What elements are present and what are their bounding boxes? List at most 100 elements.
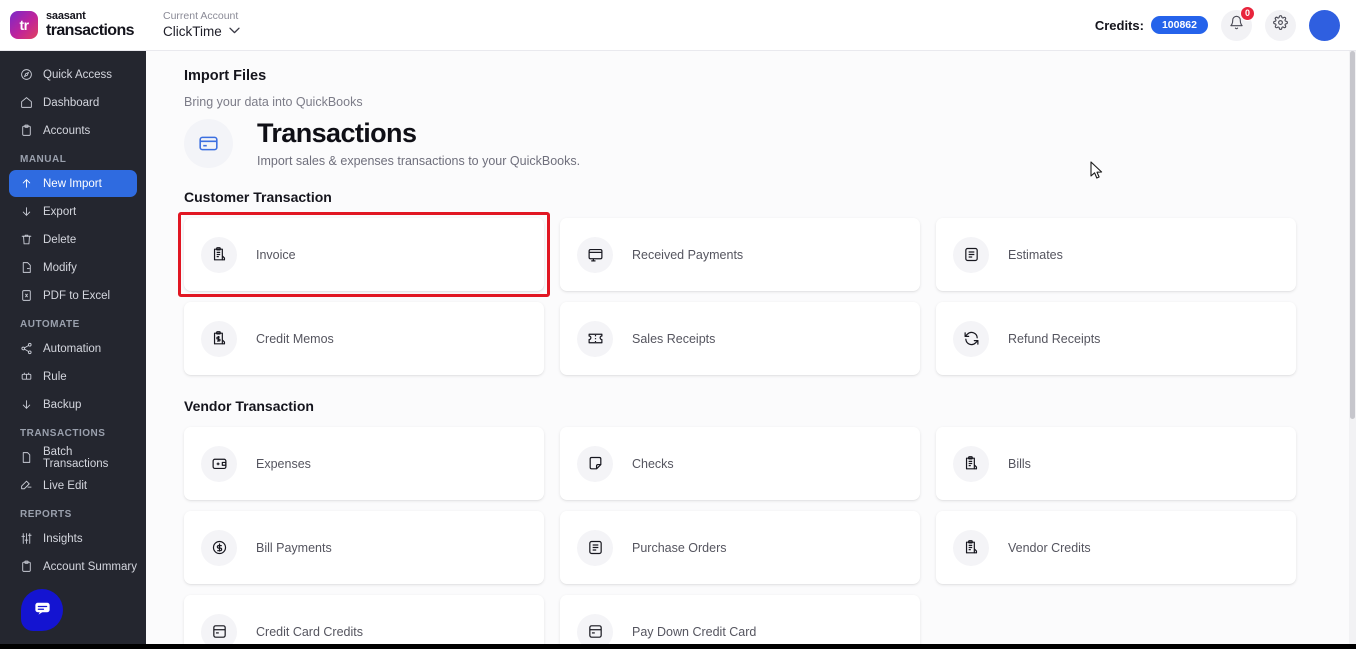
vendor-section-title: Vendor Transaction — [184, 398, 314, 415]
wallet-plus-icon — [201, 445, 237, 482]
window-bottom-edge — [0, 644, 1356, 649]
sidebar-item-export[interactable]: Export — [9, 198, 137, 225]
card-label: Checks — [632, 456, 674, 471]
clipboard-icon — [19, 124, 33, 138]
settings-button[interactable] — [1265, 9, 1296, 41]
clipboard-icon — [19, 560, 33, 574]
current-account-row[interactable]: ClickTime — [163, 24, 240, 40]
check-page-icon — [577, 445, 613, 482]
avatar[interactable] — [1309, 9, 1340, 41]
sidebar-item-modify[interactable]: Modify — [9, 254, 137, 281]
vendor-transaction-section: Vendor Transaction Expenses Checks Bills… — [184, 398, 1356, 649]
sidebar-item-new-import[interactable]: New Import — [9, 170, 137, 197]
card-label: Vendor Credits — [1008, 540, 1091, 555]
current-account-label: Current Account — [163, 10, 239, 23]
sliders-icon — [19, 532, 33, 546]
customer-section-title: Customer Transaction — [184, 189, 332, 206]
card-invoice[interactable]: Invoice — [178, 212, 550, 298]
card-vendor-credits[interactable]: Vendor Credits — [936, 511, 1296, 585]
sidebar-item-pdf-to-excel[interactable]: PDF to Excel — [9, 282, 137, 309]
page-scrollbar[interactable] — [1349, 51, 1356, 649]
compass-icon — [19, 68, 33, 82]
notifications-button[interactable]: 0 — [1221, 5, 1255, 41]
sidebar-item-label: PDF to Excel — [43, 289, 111, 302]
brand-name-bottom: transactions — [46, 22, 135, 39]
transactions-hero-text: Transactions Import sales & expenses tra… — [257, 118, 581, 169]
customer-transaction-grid: Invoice Received Payments Estimates Cred… — [178, 212, 1356, 376]
sidebar-item-automation[interactable]: Automation — [9, 335, 137, 362]
sidebar-item-batch-transactions[interactable]: Batch Transactions — [9, 444, 137, 471]
card-bill-payments[interactable]: Bill Payments — [184, 511, 544, 585]
card-in-icon — [577, 236, 613, 273]
page-title: Import Files — [184, 68, 267, 84]
card-sales-receipts[interactable]: Sales Receipts — [560, 302, 920, 376]
card-estimates[interactable]: Estimates — [936, 218, 1296, 292]
customer-transaction-section: Customer Transaction Invoice Received Pa… — [178, 189, 1356, 376]
brand-logo-group[interactable]: tr saasant transactions — [0, 11, 146, 39]
card-label: Estimates — [1008, 247, 1063, 262]
card-purchase-orders[interactable]: Purchase Orders — [560, 511, 920, 585]
document-lines-icon — [577, 529, 613, 566]
sidebar-item-accounts[interactable]: Accounts — [9, 117, 137, 144]
sidebar: Quick Access Dashboard Accounts MANUAL N… — [0, 51, 146, 649]
card-label: Bill Payments — [256, 540, 332, 555]
sidebar-item-label: Delete — [43, 233, 77, 246]
backup-icon — [19, 398, 33, 412]
card-expenses[interactable]: Expenses — [184, 427, 544, 501]
gear-icon — [1273, 15, 1288, 35]
pencil-icon — [19, 479, 33, 493]
dollar-clipboard-icon — [201, 320, 237, 357]
notification-count-badge: 0 — [1240, 5, 1255, 21]
card-refund-receipts[interactable]: Refund Receipts — [936, 302, 1296, 376]
card-label: Refund Receipts — [1008, 331, 1101, 346]
sidebar-item-label: Rule — [43, 370, 67, 383]
sidebar-item-delete[interactable]: Delete — [9, 226, 137, 253]
card-label: Purchase Orders — [632, 540, 727, 555]
card-checks[interactable]: Checks — [560, 427, 920, 501]
sidebar-item-label: Account Summary — [43, 560, 137, 573]
card-credit-memos[interactable]: Credit Memos — [184, 302, 544, 376]
vendor-transaction-grid: Expenses Checks Bills Bill Payments Purc… — [184, 427, 1356, 649]
ticket-icon — [577, 320, 613, 357]
sidebar-item-label: Insights — [43, 532, 83, 545]
sidebar-item-quick-access[interactable]: Quick Access — [9, 61, 137, 88]
credits-value-badge[interactable]: 100862 — [1150, 16, 1208, 34]
sidebar-item-backup[interactable]: Backup — [9, 391, 137, 418]
sidebar-item-dashboard[interactable]: Dashboard — [9, 89, 137, 116]
transactions-hero: Transactions Import sales & expenses tra… — [184, 119, 1356, 168]
card-bills[interactable]: Bills — [936, 427, 1296, 501]
app-window: tr saasant transactions Current Account … — [0, 0, 1356, 649]
document-icon — [19, 451, 33, 465]
hero-title: Transactions — [257, 118, 417, 148]
sidebar-item-label: Accounts — [43, 124, 91, 137]
sidebar-item-label: Dashboard — [43, 96, 100, 109]
upload-icon — [19, 177, 33, 191]
sidebar-item-account-summary[interactable]: Account Summary — [9, 553, 137, 580]
chat-bubble-icon — [33, 598, 52, 622]
hero-description: Import sales & expenses transactions to … — [257, 154, 581, 169]
sidebar-section-manual: MANUAL — [20, 154, 67, 165]
file-edit-icon — [19, 261, 33, 275]
card-pay-down-credit-card[interactable]: Pay Down Credit Card — [560, 595, 920, 649]
sidebar-item-label: Batch Transactions — [43, 445, 109, 470]
top-bar: tr saasant transactions Current Account … — [0, 0, 1356, 51]
sidebar-item-label: Backup — [43, 398, 82, 411]
share-nodes-icon — [19, 342, 33, 356]
home-icon — [19, 96, 33, 110]
sidebar-item-label: New Import — [43, 177, 102, 190]
sidebar-item-insights[interactable]: Insights — [9, 525, 137, 552]
saasant-logo-mark: tr — [10, 11, 38, 39]
page-scrollbar-thumb[interactable] — [1350, 51, 1355, 419]
card-label: Credit Memos — [256, 331, 334, 346]
sidebar-item-live-edit[interactable]: Live Edit — [9, 472, 137, 499]
chat-support-button[interactable] — [21, 589, 63, 631]
sidebar-item-rule[interactable]: Rule — [9, 363, 137, 390]
current-account-selector[interactable]: Current Account ClickTime — [163, 10, 240, 40]
card-label: Pay Down Credit Card — [632, 624, 757, 639]
mouse-cursor — [1090, 161, 1104, 186]
credit-card-icon — [184, 119, 233, 169]
card-credit-card-credits[interactable]: Credit Card Credits — [184, 595, 544, 649]
current-account-name: ClickTime — [163, 24, 222, 40]
sidebar-item-label: Live Edit — [43, 479, 88, 492]
card-received-payments[interactable]: Received Payments — [560, 218, 920, 292]
